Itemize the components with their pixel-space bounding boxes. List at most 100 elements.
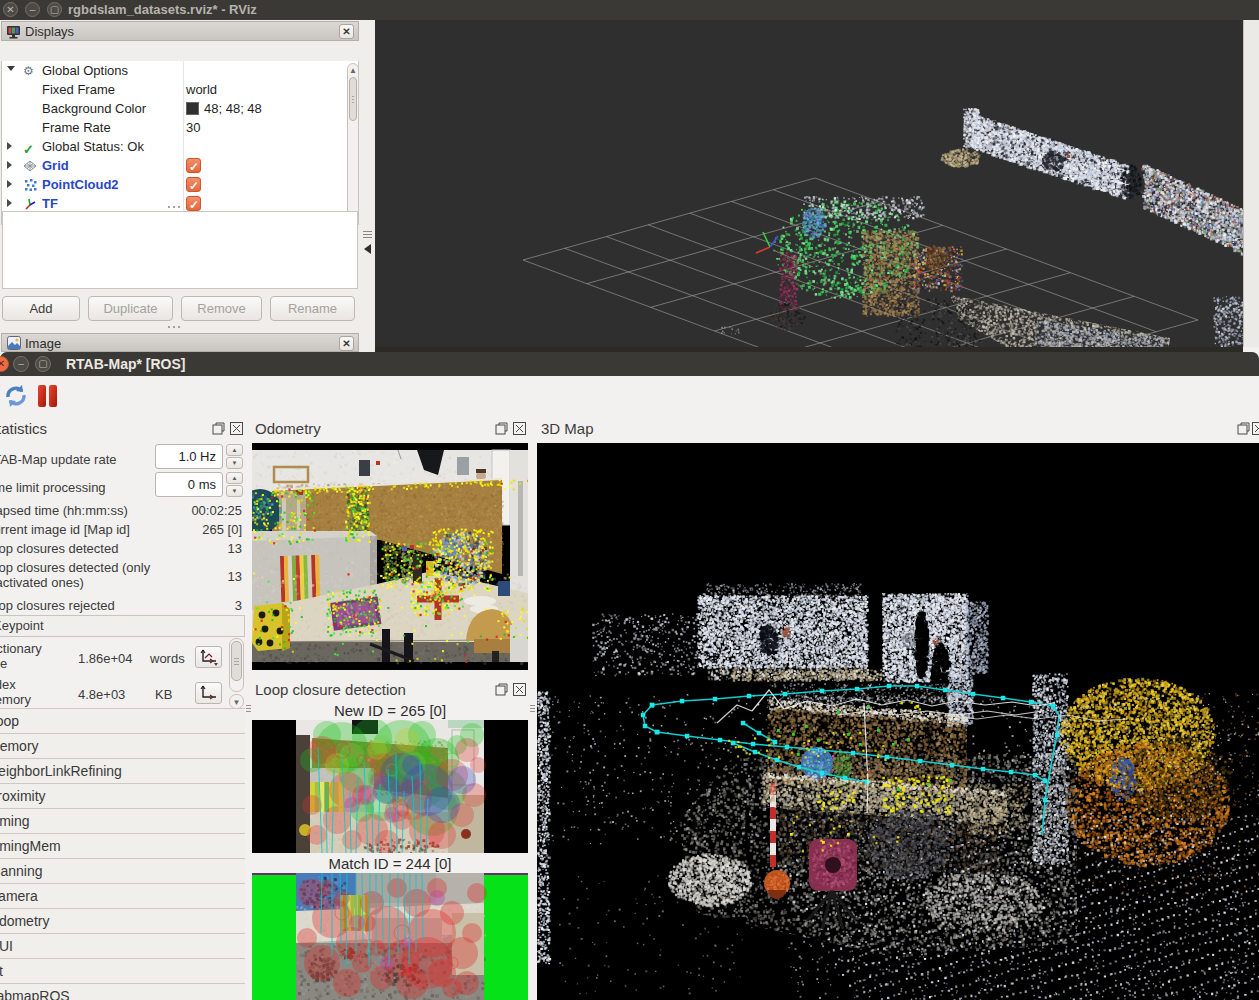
map3d-float-icon[interactable]	[1237, 422, 1250, 435]
tf-checkbox[interactable]	[186, 196, 201, 211]
vertical-splitter[interactable]	[528, 412, 537, 1000]
tree-item-pointcloud2[interactable]: PointCloud2	[42, 175, 119, 194]
stat-value: 265 [0]	[202, 522, 242, 537]
stat-label: Current image id [Map id]	[0, 522, 130, 537]
stat-label: Loop closures rejected	[0, 598, 115, 613]
statistics-scrollbar-button[interactable]: ▼	[229, 694, 244, 709]
tree-item-fixed-frame[interactable]: Fixed Frame	[42, 80, 115, 99]
stat-value: 4.8e+03	[78, 687, 125, 702]
stat-value: 00:02:25	[191, 503, 242, 518]
section-row-gui[interactable]: GUI	[0, 933, 245, 958]
map3d-close-icon[interactable]	[1252, 422, 1259, 435]
section-row-timing[interactable]: Timing	[0, 808, 245, 833]
dictionary-plot-button[interactable]	[195, 646, 222, 668]
rtabmap-titlebar: ✕ – ▢ RTAB-Map* [ROS]	[0, 352, 1259, 376]
update-rate-spin-buttons[interactable]: ▲▼	[226, 444, 243, 469]
statistics-float-icon[interactable]	[212, 422, 225, 435]
background-color-value[interactable]: 48; 48; 48	[204, 99, 262, 118]
pointcloud2-checkbox[interactable]	[186, 177, 201, 192]
odometry-close-icon[interactable]	[513, 422, 526, 435]
frame-rate-value[interactable]: 30	[186, 118, 200, 137]
statistics-close-icon[interactable]	[230, 422, 243, 435]
rviz-side-panel-strip	[1243, 20, 1259, 347]
image-panel-header[interactable]: Image ✕	[1, 333, 359, 352]
expander-global-status[interactable]	[7, 142, 12, 150]
section-row-gt[interactable]: Gt	[0, 958, 245, 983]
loop-new-id-label: New ID = 265 [0]	[252, 702, 528, 719]
image-panel-close-icon[interactable]: ✕	[339, 336, 354, 351]
displays-close-icon[interactable]: ✕	[339, 24, 354, 39]
displays-panel-header[interactable]: Displays ✕	[1, 21, 359, 41]
expander-pointcloud2[interactable]	[7, 180, 12, 188]
duplicate-button[interactable]: Duplicate	[88, 296, 173, 321]
rtabmap-close-button[interactable]: ✕	[0, 356, 9, 372]
time-limit-spin-buttons[interactable]: ▲▼	[226, 472, 243, 497]
map3d-viewport[interactable]	[537, 443, 1259, 1000]
grid-checkbox[interactable]	[186, 158, 201, 173]
rtabmap-maximize-button[interactable]: ▢	[35, 356, 51, 372]
panel-collapse-arrow[interactable]	[364, 244, 371, 254]
check-icon: ✓	[23, 140, 37, 154]
tree-item-global-status[interactable]: Global Status: Ok	[42, 137, 144, 156]
odometry-float-icon[interactable]	[495, 422, 508, 435]
tree-item-global-options[interactable]: Global Options	[42, 61, 128, 80]
section-row-odometry[interactable]: Odometry	[0, 908, 245, 933]
fixed-frame-value[interactable]: world	[186, 80, 217, 99]
rviz-maximize-button[interactable]: ▢	[47, 2, 62, 17]
loop-closure-close-icon[interactable]	[513, 683, 526, 696]
stat-label: RTAB-Map update rate	[0, 452, 116, 467]
section-row-planning[interactable]: Planning	[0, 858, 245, 883]
rviz-window-title: rgbdslam_datasets.rviz* - RViz	[68, 2, 257, 17]
section-row-memory[interactable]: Memory	[0, 733, 245, 758]
pause-button[interactable]	[38, 384, 60, 408]
odometry-camera-view[interactable]	[252, 443, 528, 670]
rtabmap-toolbar	[0, 376, 1259, 412]
section-row-proximity[interactable]: Proximity	[0, 783, 245, 808]
stat-label: Dictionary size	[0, 641, 59, 671]
tree-scrollbar[interactable]: ▲ ▼	[347, 63, 359, 222]
stat-label: Elapsed time (hh:mm:ss)	[0, 503, 128, 518]
odometry-panel-title: Odometry	[255, 420, 321, 437]
remove-button[interactable]: Remove	[181, 296, 262, 321]
rtabmap-window-title: RTAB-Map* [ROS]	[66, 356, 186, 372]
pointcloud2-icon	[23, 178, 37, 192]
loop-closure-float-icon[interactable]	[495, 683, 508, 696]
rviz-minimize-button[interactable]: –	[25, 2, 40, 17]
stat-unit: words	[150, 651, 185, 666]
gear-icon: ⚙	[23, 64, 37, 78]
section-row-rtabmapros[interactable]: rtabmapROS	[0, 983, 245, 1000]
rename-button[interactable]: Rename	[270, 296, 355, 321]
displays-help-area	[2, 211, 358, 289]
image-panel-icon	[7, 336, 21, 350]
section-row-neighborlinkrefining[interactable]: NeighborLinkRefining	[0, 758, 245, 783]
update-rate-spinbox[interactable]: 1.0 Hz	[155, 444, 223, 469]
keypoint-section-header[interactable]: Keypoint	[0, 615, 245, 637]
loop-new-image	[252, 720, 528, 853]
loop-closure-panel-title: Loop closure detection	[255, 681, 406, 698]
memory-plot-button[interactable]	[195, 682, 222, 704]
vertical-splitter[interactable]	[245, 412, 252, 1000]
background-color-swatch	[186, 102, 199, 115]
rtabmap-minimize-button[interactable]: –	[13, 356, 29, 372]
rviz-3d-viewport[interactable]	[375, 20, 1243, 352]
section-row-loop[interactable]: Loop	[0, 708, 245, 733]
expander-tf[interactable]	[7, 199, 12, 207]
statistics-scrollbar[interactable]	[229, 638, 244, 692]
expander-grid[interactable]	[7, 161, 12, 169]
splitter-handle[interactable]	[168, 326, 180, 328]
splitter-handle[interactable]	[168, 206, 180, 208]
tree-item-background-color[interactable]: Background Color	[42, 99, 146, 118]
tree-item-grid[interactable]: Grid	[42, 156, 69, 175]
stat-value: 13	[228, 569, 242, 584]
rviz-close-button[interactable]: ✕	[3, 2, 18, 17]
time-limit-spinbox[interactable]: 0 ms	[155, 472, 223, 497]
rviz-splitter[interactable]	[360, 20, 375, 352]
section-row-timingmem[interactable]: TimingMem	[0, 833, 245, 858]
image-panel-title: Image	[25, 336, 61, 351]
tree-item-frame-rate[interactable]: Frame Rate	[42, 118, 111, 137]
add-button[interactable]: Add	[2, 296, 80, 321]
expander-global-options[interactable]	[7, 66, 15, 71]
section-row-camera[interactable]: Camera	[0, 883, 245, 908]
loop-match-image	[252, 873, 528, 1000]
refresh-button[interactable]	[4, 384, 28, 408]
